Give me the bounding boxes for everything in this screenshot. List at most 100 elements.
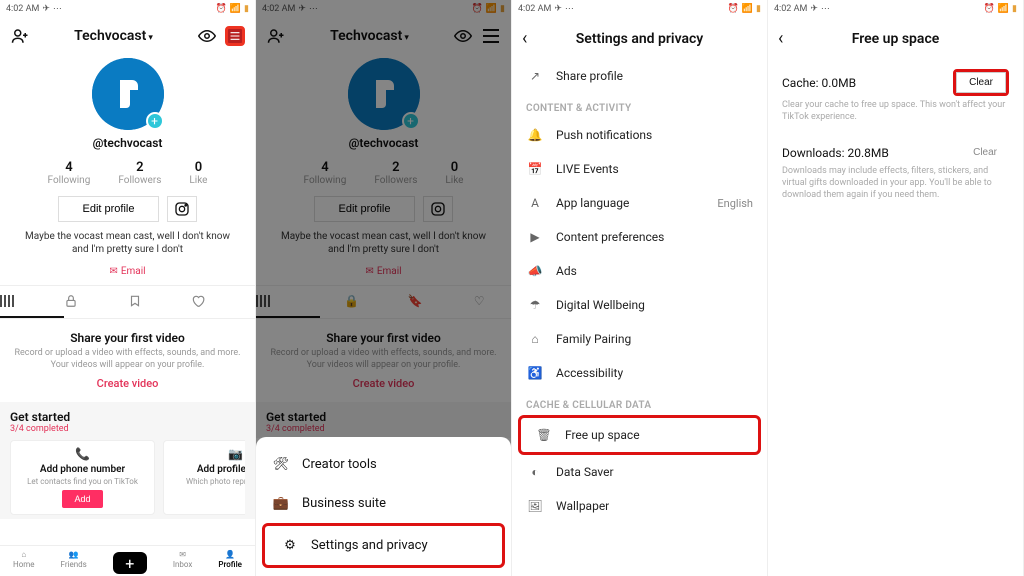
page-title: Free up space	[778, 31, 1013, 47]
app-language-item[interactable]: AApp languageEnglish	[512, 186, 767, 220]
tab-saved[interactable]	[128, 286, 192, 318]
avatar[interactable]: +	[92, 58, 164, 130]
briefcase-icon: 💼	[272, 496, 290, 511]
chevron-down-icon: ▾	[148, 33, 153, 43]
profile-icon: 👤	[225, 550, 235, 559]
nav-create[interactable]: +	[113, 552, 147, 574]
live-events-item[interactable]: 📅LIVE Events	[512, 152, 767, 186]
hamburger-menu-button[interactable]	[225, 26, 245, 46]
data-icon: ◐	[526, 465, 544, 479]
downloads-row: Downloads: 20.8MB Clear Downloads may in…	[768, 133, 1023, 211]
cache-label: Cache: 0.0MB	[782, 76, 856, 90]
gs-title: Get started	[10, 410, 245, 424]
email-link[interactable]: ✉Email	[0, 266, 255, 277]
accessibility-icon: ♿	[526, 366, 544, 380]
content-tabs	[0, 285, 255, 319]
status-bar: 4:02 AM✈⋯ ⏰📶▮	[0, 0, 255, 18]
stat-likes[interactable]: 0Like	[189, 160, 207, 186]
language-icon: A	[526, 196, 544, 210]
camera-icon: 📷	[170, 447, 245, 461]
clear-cache-button[interactable]: Clear	[956, 72, 1006, 93]
page-title: Settings and privacy	[522, 31, 757, 47]
sheet-creator-tools[interactable]: 🛠Creator tools	[256, 445, 511, 484]
profile-title[interactable]: Techvocast▾	[74, 28, 153, 44]
wallpaper-item[interactable]: 🖼Wallpaper	[512, 489, 767, 523]
bottom-sheet: 🛠Creator tools 💼Business suite ⚙Settings…	[256, 437, 511, 576]
friends-icon: 👥	[69, 550, 79, 559]
create-video-link[interactable]: Create video	[14, 377, 241, 390]
get-started-section: Get started 3/4 completed 📞 Add phone nu…	[0, 402, 255, 519]
sheet-business-suite[interactable]: 💼Business suite	[256, 484, 511, 523]
gs-progress: 3/4 completed	[10, 424, 245, 434]
pane-settings: 4:02 AM✈⋯ ⏰📶▮ ‹ Settings and privacy ↗Sh…	[512, 0, 768, 576]
phone-icon: 📞	[17, 447, 148, 461]
instagram-button[interactable]	[167, 196, 197, 222]
accessibility-item[interactable]: ♿Accessibility	[512, 356, 767, 390]
umbrella-icon: ☂	[526, 298, 544, 312]
content-preferences-item[interactable]: ▶Content preferences	[512, 220, 767, 254]
profile-bio: Maybe the vocast mean cast, well I don't…	[0, 222, 255, 264]
pane-free-up-space: 4:02 AM✈⋯ ⏰📶▮ ‹ Free up space Cache: 0.0…	[768, 0, 1024, 576]
nav-profile[interactable]: 👤Profile	[218, 550, 242, 574]
envelope-icon: ✉	[109, 266, 117, 277]
push-notifications-item[interactable]: 🔔Push notifications	[512, 118, 767, 152]
clear-downloads-button[interactable]: Clear	[961, 143, 1009, 162]
ads-item[interactable]: 📣Ads	[512, 254, 767, 288]
tools-icon: 🛠	[272, 457, 290, 472]
avatar-section: + @techvocast	[0, 58, 255, 150]
share-subtitle: Record or upload a video with effects, s…	[14, 348, 241, 371]
edit-profile-button[interactable]: Edit profile	[58, 196, 160, 222]
calendar-icon: 📅	[526, 162, 544, 176]
bottom-nav: ⌂Home 👥Friends + ✉Inbox 👤Profile	[0, 545, 255, 576]
home-icon: ⌂	[526, 332, 544, 346]
pane-profile: 4:02 AM✈⋯ ⏰📶▮ Techvocast▾ + @techvocast …	[0, 0, 256, 576]
downloads-label: Downloads: 20.8MB	[782, 146, 889, 160]
avatar-add-icon[interactable]: +	[146, 112, 164, 130]
edit-row: Edit profile	[0, 196, 255, 222]
telegram-icon: ✈	[42, 4, 50, 14]
share-profile-item[interactable]: ↗Share profile	[512, 59, 767, 93]
megaphone-icon: 📣	[526, 264, 544, 278]
tab-private[interactable]	[64, 286, 128, 318]
add-friend-icon[interactable]	[10, 26, 30, 46]
share-first-video: Share your first video Record or upload …	[0, 319, 255, 402]
fus-header: ‹ Free up space	[768, 18, 1023, 59]
status-bar: 4:02 AM✈⋯ ⏰📶▮	[768, 0, 1023, 18]
nav-home[interactable]: ⌂Home	[13, 550, 35, 574]
stats-row: 4Following 2Followers 0Like	[0, 160, 255, 186]
signal-icon: 📶	[230, 4, 241, 14]
nav-friends[interactable]: 👥Friends	[61, 550, 87, 574]
home-icon: ⌂	[21, 550, 26, 559]
profile-handle: @techvocast	[0, 136, 255, 150]
status-time: 4:02 AM	[6, 4, 39, 14]
data-saver-item[interactable]: ◐Data Saver	[512, 455, 767, 489]
gs-card-phone[interactable]: 📞 Add phone number Let contacts find you…	[10, 440, 155, 515]
share-icon: ↗	[526, 69, 544, 83]
dots-icon: ⋯	[53, 4, 62, 14]
trash-icon: 🗑	[535, 428, 553, 442]
free-up-space-item[interactable]: 🗑Free up space	[521, 418, 758, 452]
cache-row: Cache: 0.0MB Clear Clear your cache to f…	[768, 59, 1023, 133]
family-pairing-item[interactable]: ⌂Family Pairing	[512, 322, 767, 356]
tab-liked[interactable]	[191, 286, 255, 318]
inbox-icon: ✉	[179, 550, 186, 559]
gs-card-photo[interactable]: 📷 Add profile photo Which photo represen…	[163, 440, 245, 515]
share-title: Share your first video	[14, 331, 241, 345]
alarm-icon: ⏰	[216, 4, 227, 14]
digital-wellbeing-item[interactable]: ☂Digital Wellbeing	[512, 288, 767, 322]
gs-add-button[interactable]: Add	[62, 490, 102, 508]
section-content-activity: CONTENT & ACTIVITY	[512, 93, 767, 118]
bell-icon: 🔔	[526, 128, 544, 142]
tab-grid[interactable]	[0, 286, 64, 318]
eye-icon[interactable]	[197, 26, 217, 46]
battery-icon: ▮	[244, 4, 249, 14]
stat-following[interactable]: 4Following	[48, 160, 91, 186]
section-cache: CACHE & CELLULAR DATA	[512, 390, 767, 415]
status-bar: 4:02 AM✈⋯ ⏰📶▮	[512, 0, 767, 18]
stat-followers[interactable]: 2Followers	[118, 160, 161, 186]
sheet-settings-privacy[interactable]: ⚙Settings and privacy	[265, 526, 502, 565]
downloads-subtitle: Downloads may include effects, filters, …	[782, 166, 1009, 201]
profile-top-row: Techvocast▾	[0, 18, 255, 54]
nav-inbox[interactable]: ✉Inbox	[173, 550, 193, 574]
cache-subtitle: Clear your cache to free up space. This …	[782, 100, 1009, 123]
